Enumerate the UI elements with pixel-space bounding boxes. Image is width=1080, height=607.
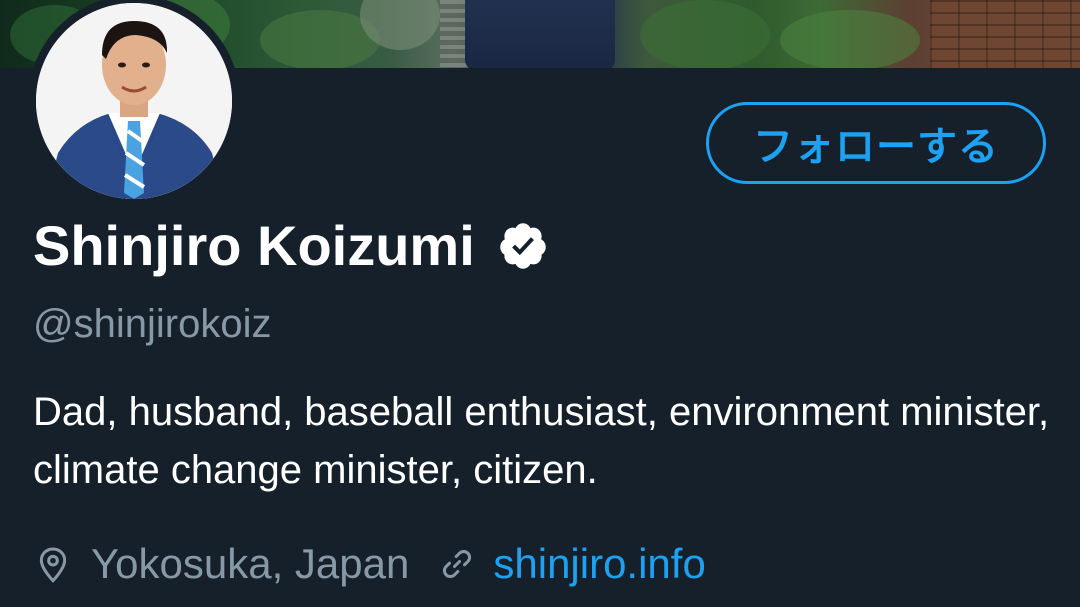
name-row: Shinjiro Koizumi [33,208,549,284]
follow-button[interactable]: フォローする [706,102,1046,184]
profile-bio: Dad, husband, baseball enthusiast, envir… [33,390,1050,492]
avatar[interactable] [36,3,232,199]
location-text: Yokosuka, Japan [91,540,410,587]
verified-badge-icon [500,223,546,269]
profile-meta: Yokosuka, Japan shinjiro.info [33,536,706,592]
display-name: Shinjiro Koizumi [33,214,475,277]
location-pin-icon [39,547,67,583]
username-handle: @shinjirokoiz [33,302,272,346]
link-icon [443,550,472,578]
website-link[interactable]: shinjiro.info [493,540,705,588]
avatar-portrait [36,3,232,199]
